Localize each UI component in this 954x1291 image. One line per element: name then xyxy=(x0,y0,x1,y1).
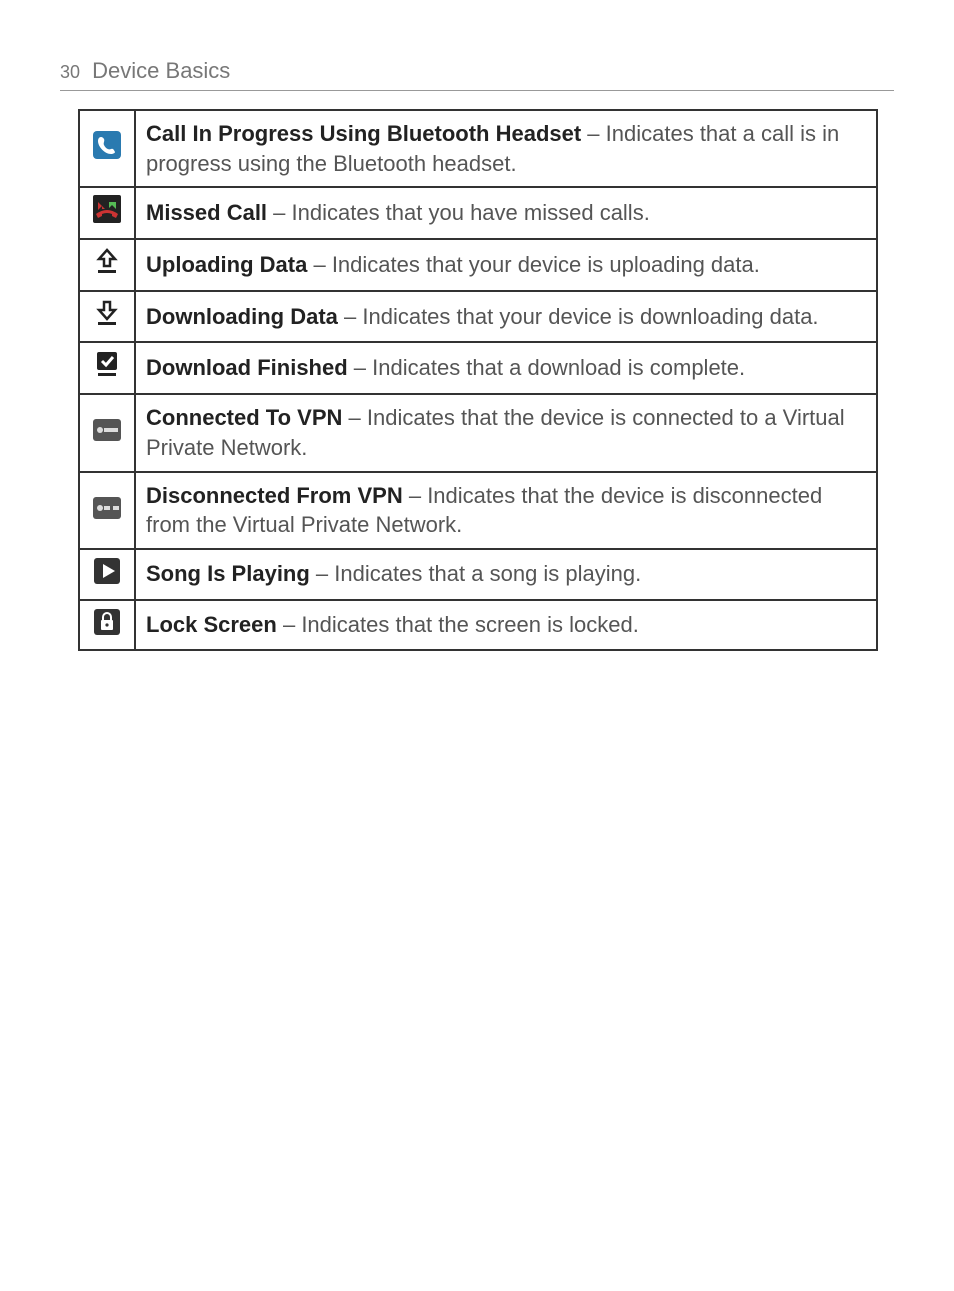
row-title: Connected To VPN xyxy=(146,405,342,430)
icon-cell xyxy=(79,394,135,471)
missed-call-icon xyxy=(92,194,122,224)
table-row: Downloading Data – Indicates that your d… xyxy=(79,291,877,343)
description-cell: Downloading Data – Indicates that your d… xyxy=(135,291,877,343)
icon-cell xyxy=(79,187,135,239)
row-title: Disconnected From VPN xyxy=(146,483,403,508)
row-desc: Indicates that your device is downloadin… xyxy=(362,304,818,329)
bluetooth-call-icon xyxy=(92,130,122,160)
description-cell: Disconnected From VPN – Indicates that t… xyxy=(135,472,877,549)
row-title: Downloading Data xyxy=(146,304,338,329)
description-cell: Lock Screen – Indicates that the screen … xyxy=(135,600,877,651)
vpn-disconnected-icon xyxy=(92,493,122,523)
table-row: Uploading Data – Indicates that your dev… xyxy=(79,239,877,291)
lock-icon xyxy=(92,607,122,637)
description-cell: Uploading Data – Indicates that your dev… xyxy=(135,239,877,291)
table-row: Call In Progress Using Bluetooth Headset… xyxy=(79,110,877,187)
icon-cell xyxy=(79,239,135,291)
row-desc: Indicates that the screen is locked. xyxy=(301,612,639,637)
row-desc: Indicates that you have missed calls. xyxy=(292,200,650,225)
page-number: 30 xyxy=(60,62,80,82)
page-header: 30 Device Basics xyxy=(60,58,894,91)
table-row: Lock Screen – Indicates that the screen … xyxy=(79,600,877,651)
vpn-connected-icon xyxy=(92,415,122,445)
table-row: Disconnected From VPN – Indicates that t… xyxy=(79,472,877,549)
table-row: Connected To VPN – Indicates that the de… xyxy=(79,394,877,471)
icon-cell xyxy=(79,291,135,343)
row-title: Missed Call xyxy=(146,200,267,225)
row-desc: Indicates that your device is uploading … xyxy=(332,252,760,277)
play-icon xyxy=(92,556,122,586)
row-desc: Indicates that a download is complete. xyxy=(372,355,745,380)
row-title: Call In Progress Using Bluetooth Headset xyxy=(146,121,581,146)
table-row: Song Is Playing – Indicates that a song … xyxy=(79,549,877,600)
description-cell: Connected To VPN – Indicates that the de… xyxy=(135,394,877,471)
table-row: Missed Call – Indicates that you have mi… xyxy=(79,187,877,239)
section-title: Device Basics xyxy=(92,58,230,83)
icon-cell xyxy=(79,549,135,600)
row-title: Uploading Data xyxy=(146,252,307,277)
icon-cell xyxy=(79,342,135,394)
row-title: Song Is Playing xyxy=(146,561,310,586)
icon-cell xyxy=(79,472,135,549)
icon-cell xyxy=(79,110,135,187)
download-icon xyxy=(92,298,122,328)
row-title: Lock Screen xyxy=(146,612,277,637)
icon-cell xyxy=(79,600,135,651)
description-cell: Missed Call – Indicates that you have mi… xyxy=(135,187,877,239)
icon-reference-table: Call In Progress Using Bluetooth Headset… xyxy=(78,109,878,651)
description-cell: Song Is Playing – Indicates that a song … xyxy=(135,549,877,600)
download-complete-icon xyxy=(92,349,122,379)
table-row: Download Finished – Indicates that a dow… xyxy=(79,342,877,394)
row-desc: Indicates that a song is playing. xyxy=(334,561,641,586)
description-cell: Call In Progress Using Bluetooth Headset… xyxy=(135,110,877,187)
row-title: Download Finished xyxy=(146,355,348,380)
description-cell: Download Finished – Indicates that a dow… xyxy=(135,342,877,394)
upload-icon xyxy=(92,246,122,276)
